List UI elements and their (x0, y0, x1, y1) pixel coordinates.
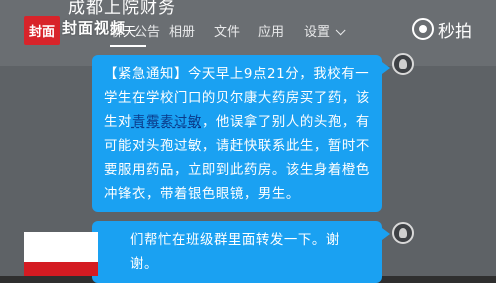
message-line: 们帮忙在班级群里面转发一下。谢 (130, 233, 340, 248)
active-tab-indicator (110, 45, 146, 47)
fengmian-logo: 封面 (24, 16, 60, 45)
redaction-box (24, 232, 98, 262)
tab-album[interactable]: 相册 (169, 21, 195, 40)
message-line: 可能对头孢过敏，请赶快联系此生，暂时不 (104, 139, 370, 154)
avatar[interactable] (392, 222, 414, 244)
message-text: ，他误拿了别人的头孢，有 (201, 115, 370, 130)
miaopai-eye-icon (412, 18, 434, 40)
chat-window: 成都上院财务 聊天 公告 相册 文件 应用 设置 封面 封面视频 秒拍 【紧急通… (0, 0, 496, 283)
message-line: 谢。 (130, 257, 158, 272)
penicillin-keyword-link[interactable]: 青霉素过敏 (132, 115, 202, 130)
tab-apps[interactable]: 应用 (258, 21, 284, 40)
message-line: 生对青霉素过敏，他误拿了别人的头孢，有 (104, 111, 372, 135)
avatar-figure-icon (399, 228, 407, 238)
avatar-figure-icon (399, 59, 407, 69)
message-bubble[interactable]: 【紧急通知】今天早上9点21分，我校有一 学生在学校门口的贝尔康大药房买了药，该… (92, 55, 382, 212)
message-line: 学生在学校门口的贝尔康大药房买了药，该 (104, 91, 370, 106)
tab-files[interactable]: 文件 (214, 21, 240, 40)
message-line: 要服用药品，立即到此药房。该生身着橙色 (104, 163, 370, 178)
message-line: 【紧急通知】今天早上9点21分，我校有一 (104, 67, 370, 82)
miaopai-text: 秒拍 (438, 21, 472, 42)
miaopai-watermark: 秒拍 (412, 15, 494, 43)
bubble-tail (382, 62, 390, 74)
bubble-tail (382, 228, 390, 240)
tab-settings-label: 设置 (304, 25, 331, 40)
fengmian-watermark-text: 封面视频 (62, 19, 127, 37)
message-bubble[interactable]: 们帮忙在班级群里面转发一下。谢 谢。 (92, 221, 382, 283)
redaction-box-red (24, 262, 98, 276)
tab-announcement[interactable]: 公告 (134, 21, 160, 40)
message-text: 生对 (104, 115, 132, 130)
tab-settings[interactable]: 设置 (304, 21, 346, 40)
avatar[interactable] (392, 53, 414, 75)
message-line: 冲锋衣，带着银色眼镜，男生。 (104, 187, 300, 202)
group-title: 成都上院财务 (68, 0, 176, 18)
chevron-down-icon (335, 25, 346, 36)
